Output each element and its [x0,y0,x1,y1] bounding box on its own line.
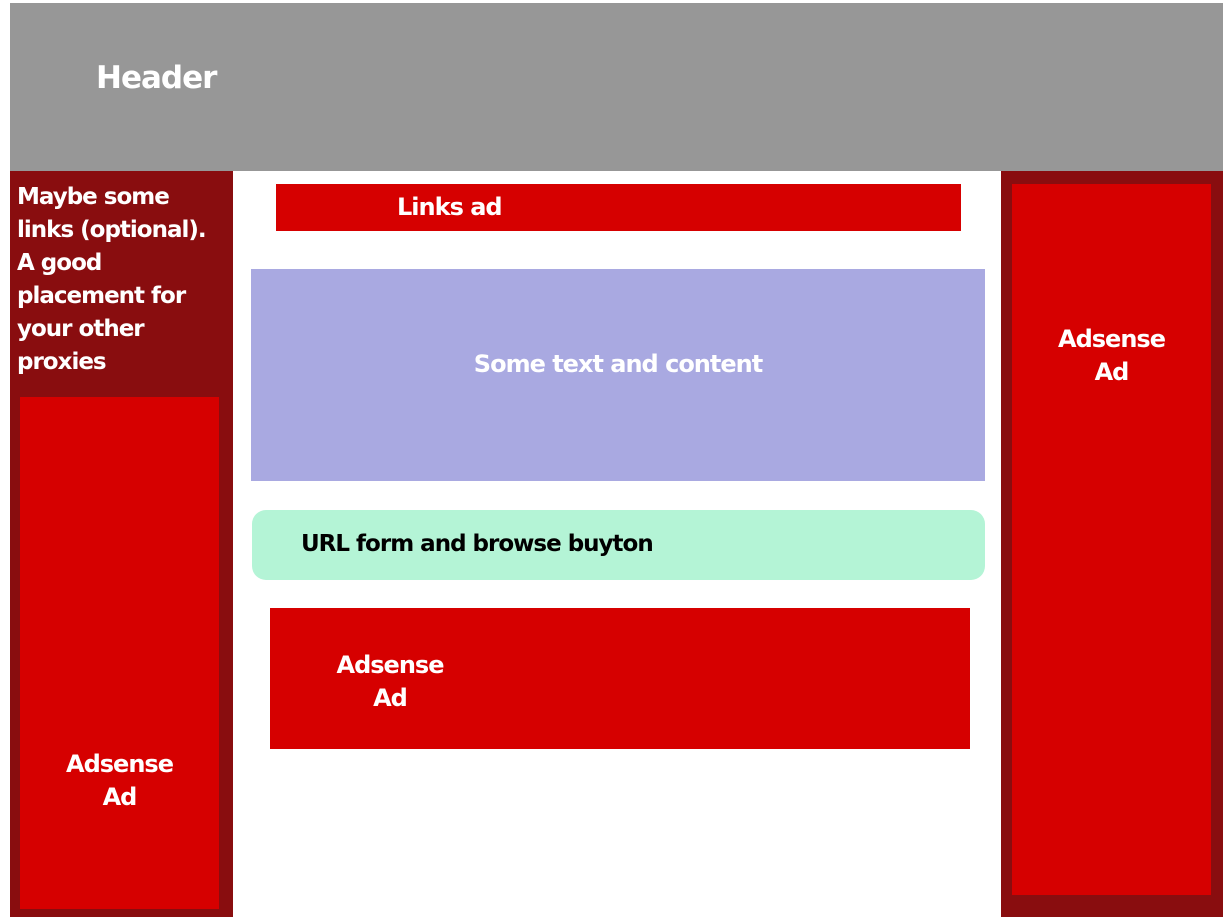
content-label: Some text and content [473,350,763,378]
left-adsense-ad-label: Adsense Ad [66,750,174,811]
center-adsense-ad: Adsense Ad [270,608,970,749]
header-title: Header [96,60,217,96]
left-sidebar: Maybe some links (optional). A good plac… [10,171,233,917]
right-adsense-ad-label: Adsense Ad [1058,325,1166,386]
header-block: Header [10,3,1223,171]
url-form-block: URL form and browse buyton [252,510,985,580]
content-block: Some text and content [251,269,985,481]
url-form-label: URL form and browse buyton [301,531,654,557]
right-adsense-ad: Adsense Ad [1012,184,1211,895]
left-sidebar-links-note: Maybe some links (optional). A good plac… [17,184,207,375]
right-sidebar: Adsense Ad [1001,171,1223,917]
left-adsense-ad: Adsense Ad [20,397,219,909]
links-ad-label: Links ad [397,193,503,221]
center-adsense-ad-label: Adsense Ad [336,651,445,712]
links-ad-block: Links ad [276,184,961,231]
